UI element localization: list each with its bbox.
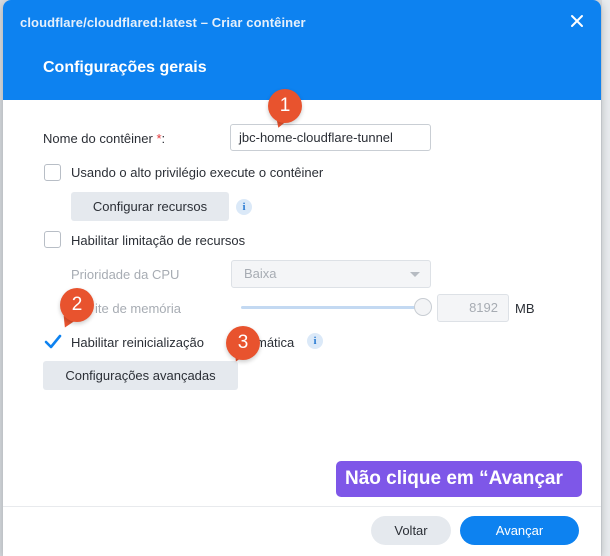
label-colon: : bbox=[161, 131, 166, 146]
cpu-priority-label: Prioridade da CPU bbox=[71, 267, 180, 282]
high-privilege-checkbox[interactable] bbox=[44, 164, 61, 181]
back-button[interactable]: Voltar bbox=[371, 516, 451, 545]
close-icon[interactable] bbox=[569, 13, 585, 29]
annotation-badge-1: 1 bbox=[268, 89, 302, 123]
advanced-settings-button[interactable]: Configurações avançadas bbox=[43, 361, 238, 390]
annotation-badge-2: 2 bbox=[60, 288, 94, 322]
dialog-title: cloudflare/cloudflared:latest – Criar co… bbox=[20, 15, 306, 30]
instruction-callout: Não clique em “Avançar bbox=[336, 461, 582, 497]
memory-slider-thumb[interactable] bbox=[414, 298, 432, 316]
memory-unit-label: MB bbox=[515, 301, 535, 316]
memory-value-input[interactable]: 8192 bbox=[437, 294, 509, 322]
annotation-badge-3: 3 bbox=[226, 326, 260, 360]
resource-limit-checkbox[interactable] bbox=[44, 231, 61, 248]
cpu-priority-select[interactable]: Baixa bbox=[231, 260, 431, 288]
high-privilege-label: Usando o alto privilégio execute o contê… bbox=[71, 165, 324, 180]
background-strip bbox=[602, 0, 610, 556]
info-icon[interactable]: i bbox=[236, 199, 252, 215]
cpu-priority-value: Baixa bbox=[244, 266, 277, 281]
memory-slider-track[interactable] bbox=[241, 306, 424, 309]
configure-resources-button[interactable]: Configurar recursos bbox=[71, 192, 229, 221]
container-name-label: Nome do contêiner *: bbox=[43, 131, 165, 146]
create-container-dialog: cloudflare/cloudflared:latest – Criar co… bbox=[3, 0, 601, 556]
container-name-label-text: Nome do contêiner bbox=[43, 131, 153, 146]
dialog-header: cloudflare/cloudflared:latest – Criar co… bbox=[3, 0, 601, 100]
resource-limit-label: Habilitar limitação de recursos bbox=[71, 233, 246, 248]
memory-limit-label: ite de memória bbox=[95, 301, 181, 316]
auto-restart-label: Habilitar reinicialização bbox=[71, 335, 204, 350]
container-name-input[interactable]: jbc-home-cloudflare-tunnel bbox=[230, 124, 431, 151]
auto-restart-label-tail: mática bbox=[256, 335, 295, 350]
auto-restart-checkbox[interactable] bbox=[44, 333, 62, 350]
chevron-down-icon bbox=[410, 272, 420, 277]
footer-divider bbox=[3, 506, 601, 507]
section-title: Configurações gerais bbox=[43, 59, 207, 76]
next-button[interactable]: Avançar bbox=[460, 516, 579, 545]
check-icon bbox=[44, 334, 62, 349]
info-icon[interactable]: i bbox=[307, 333, 323, 349]
